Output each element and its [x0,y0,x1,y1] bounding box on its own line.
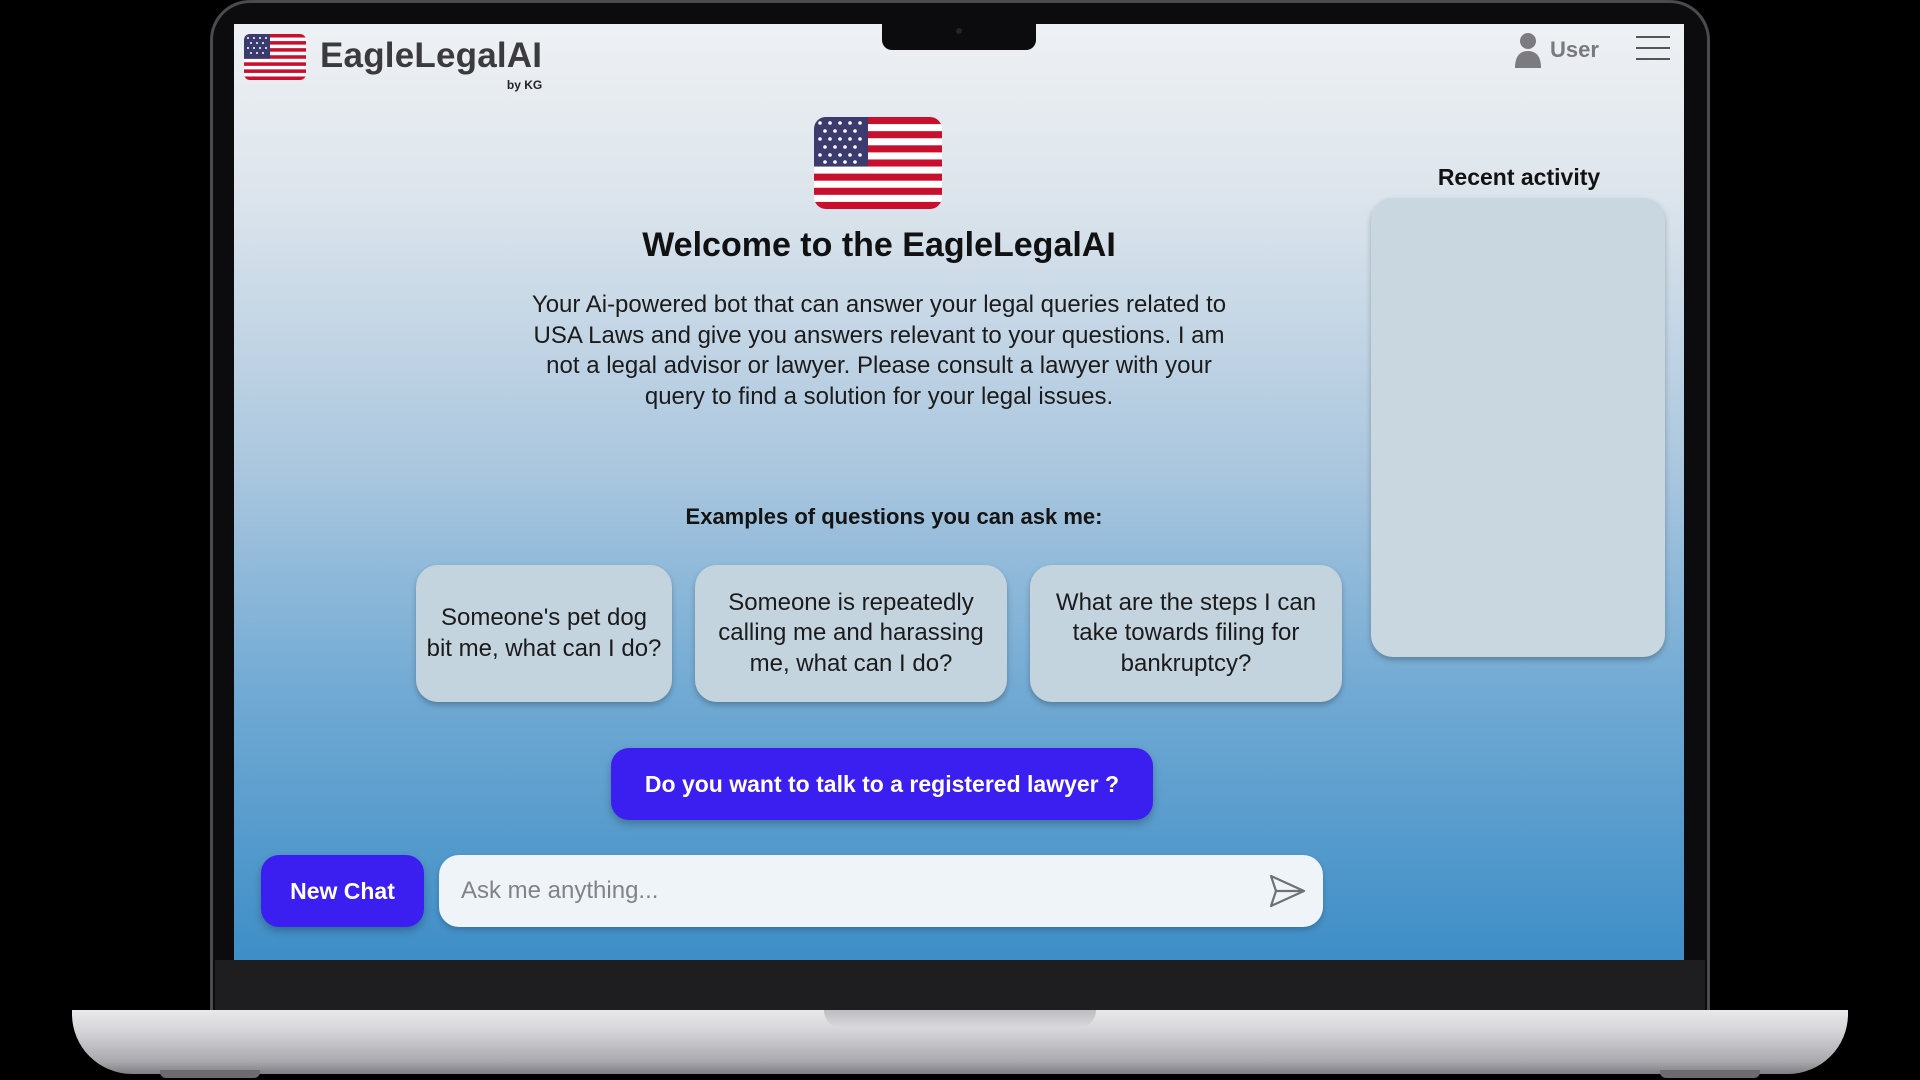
camera-icon [956,28,962,34]
app-byline: by KG [506,78,543,92]
app-screen: EagleLegalAI by KG User Welcome to the E… [234,24,1684,960]
chat-input[interactable] [461,869,1241,913]
us-flag-icon [814,117,942,209]
laptop-open-notch [824,1010,1096,1028]
new-chat-button[interactable]: New Chat [261,855,424,927]
talk-to-lawyer-button[interactable]: Do you want to talk to a registered lawy… [611,748,1153,820]
example-question-card[interactable]: Someone's pet dog bit me, what can I do? [416,565,672,702]
page-description: Your Ai-powered bot that can answer your… [531,291,1227,410]
user-menu[interactable]: User [1514,32,1599,68]
example-question-card[interactable]: What are the steps I can take towards fi… [1030,565,1342,702]
send-icon[interactable] [1267,871,1307,911]
laptop-foot-right [1660,1070,1760,1078]
laptop-foot-left [160,1070,260,1078]
chat-input-bar [439,855,1323,927]
app-name: EagleLegalAI [320,36,543,75]
example-question-card[interactable]: Someone is repeatedly calling me and har… [695,565,1007,702]
us-flag-icon [244,34,306,80]
brand[interactable]: EagleLegalAI by KG [244,34,543,92]
recent-activity-panel[interactable] [1371,198,1665,657]
recent-activity-heading: Recent activity [1437,164,1601,190]
laptop-bezel [215,960,1705,1012]
page-title: Welcome to the EagleLegalAI [642,226,1116,264]
user-label: User [1550,37,1599,62]
examples-heading: Examples of questions you can ask me: [685,504,1103,529]
user-icon [1515,33,1541,68]
camera-notch [882,22,1036,50]
hamburger-menu-icon[interactable] [1636,36,1670,62]
